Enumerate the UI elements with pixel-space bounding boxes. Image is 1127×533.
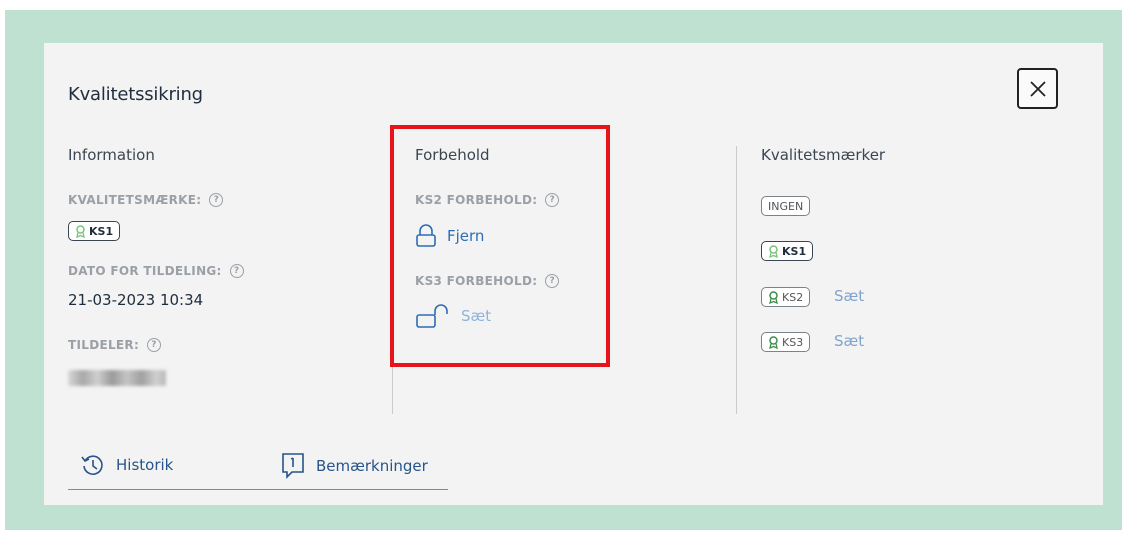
quality-mark-label: KVALITETSMÆRKE: ? — [68, 193, 224, 207]
dialog-title: Kvalitetssikring — [68, 84, 203, 105]
assigner-label-text: TILDELER: — [68, 338, 140, 352]
information-heading: Information — [68, 146, 155, 164]
comment-icon — [282, 453, 304, 479]
quality-badge-ks2[interactable]: KS2 — [761, 287, 811, 307]
assign-date-label: DATO FOR TILDELING: ? — [68, 264, 244, 278]
ks3-set-link[interactable]: Sæt — [834, 332, 864, 350]
assigner-name-redacted — [68, 370, 166, 386]
quality-mark-badge: KS1 — [68, 221, 121, 241]
ribbon-icon — [769, 244, 778, 258]
quality-badge-ks1-text: KS1 — [782, 244, 807, 258]
highlight-box — [390, 125, 610, 367]
close-icon — [1029, 80, 1046, 97]
close-button[interactable] — [1017, 68, 1058, 109]
help-icon[interactable]: ? — [147, 338, 162, 352]
tab-history-label: Historik — [116, 456, 174, 474]
quality-badge-none[interactable]: INGEN — [761, 196, 811, 216]
quality-badge-ks2-text: KS2 — [782, 290, 804, 304]
quality-badge-ks1[interactable]: KS1 — [761, 241, 814, 261]
tab-remarks[interactable]: Bemærkninger — [280, 452, 428, 480]
quality-badge-ks3[interactable]: KS3 — [761, 332, 811, 352]
help-icon[interactable]: ? — [209, 193, 224, 207]
ribbon-icon — [769, 290, 778, 304]
quality-mark-label-text: KVALITETSMÆRKE: — [68, 193, 202, 207]
quality-mark-badge-text: KS1 — [89, 224, 114, 238]
quality-badge-ks3-text: KS3 — [782, 335, 804, 349]
column-divider — [736, 146, 737, 414]
quality-marks-heading: Kvalitetsmærker — [761, 146, 886, 164]
help-icon[interactable]: ? — [229, 264, 244, 278]
history-icon — [81, 455, 103, 475]
quality-badge-none-text: INGEN — [768, 199, 804, 213]
tab-remarks-label: Bemærkninger — [316, 457, 428, 475]
ribbon-icon — [76, 224, 85, 238]
assign-date-value: 21-03-2023 10:34 — [68, 291, 204, 309]
tab-history[interactable]: Historik — [80, 452, 173, 478]
column-divider — [392, 362, 393, 414]
assigner-label: TILDELER: ? — [68, 338, 162, 352]
assign-date-label-text: DATO FOR TILDELING: — [68, 264, 222, 278]
tab-underline — [68, 489, 448, 490]
ks2-set-link[interactable]: Sæt — [834, 287, 864, 305]
ribbon-icon — [769, 335, 778, 349]
